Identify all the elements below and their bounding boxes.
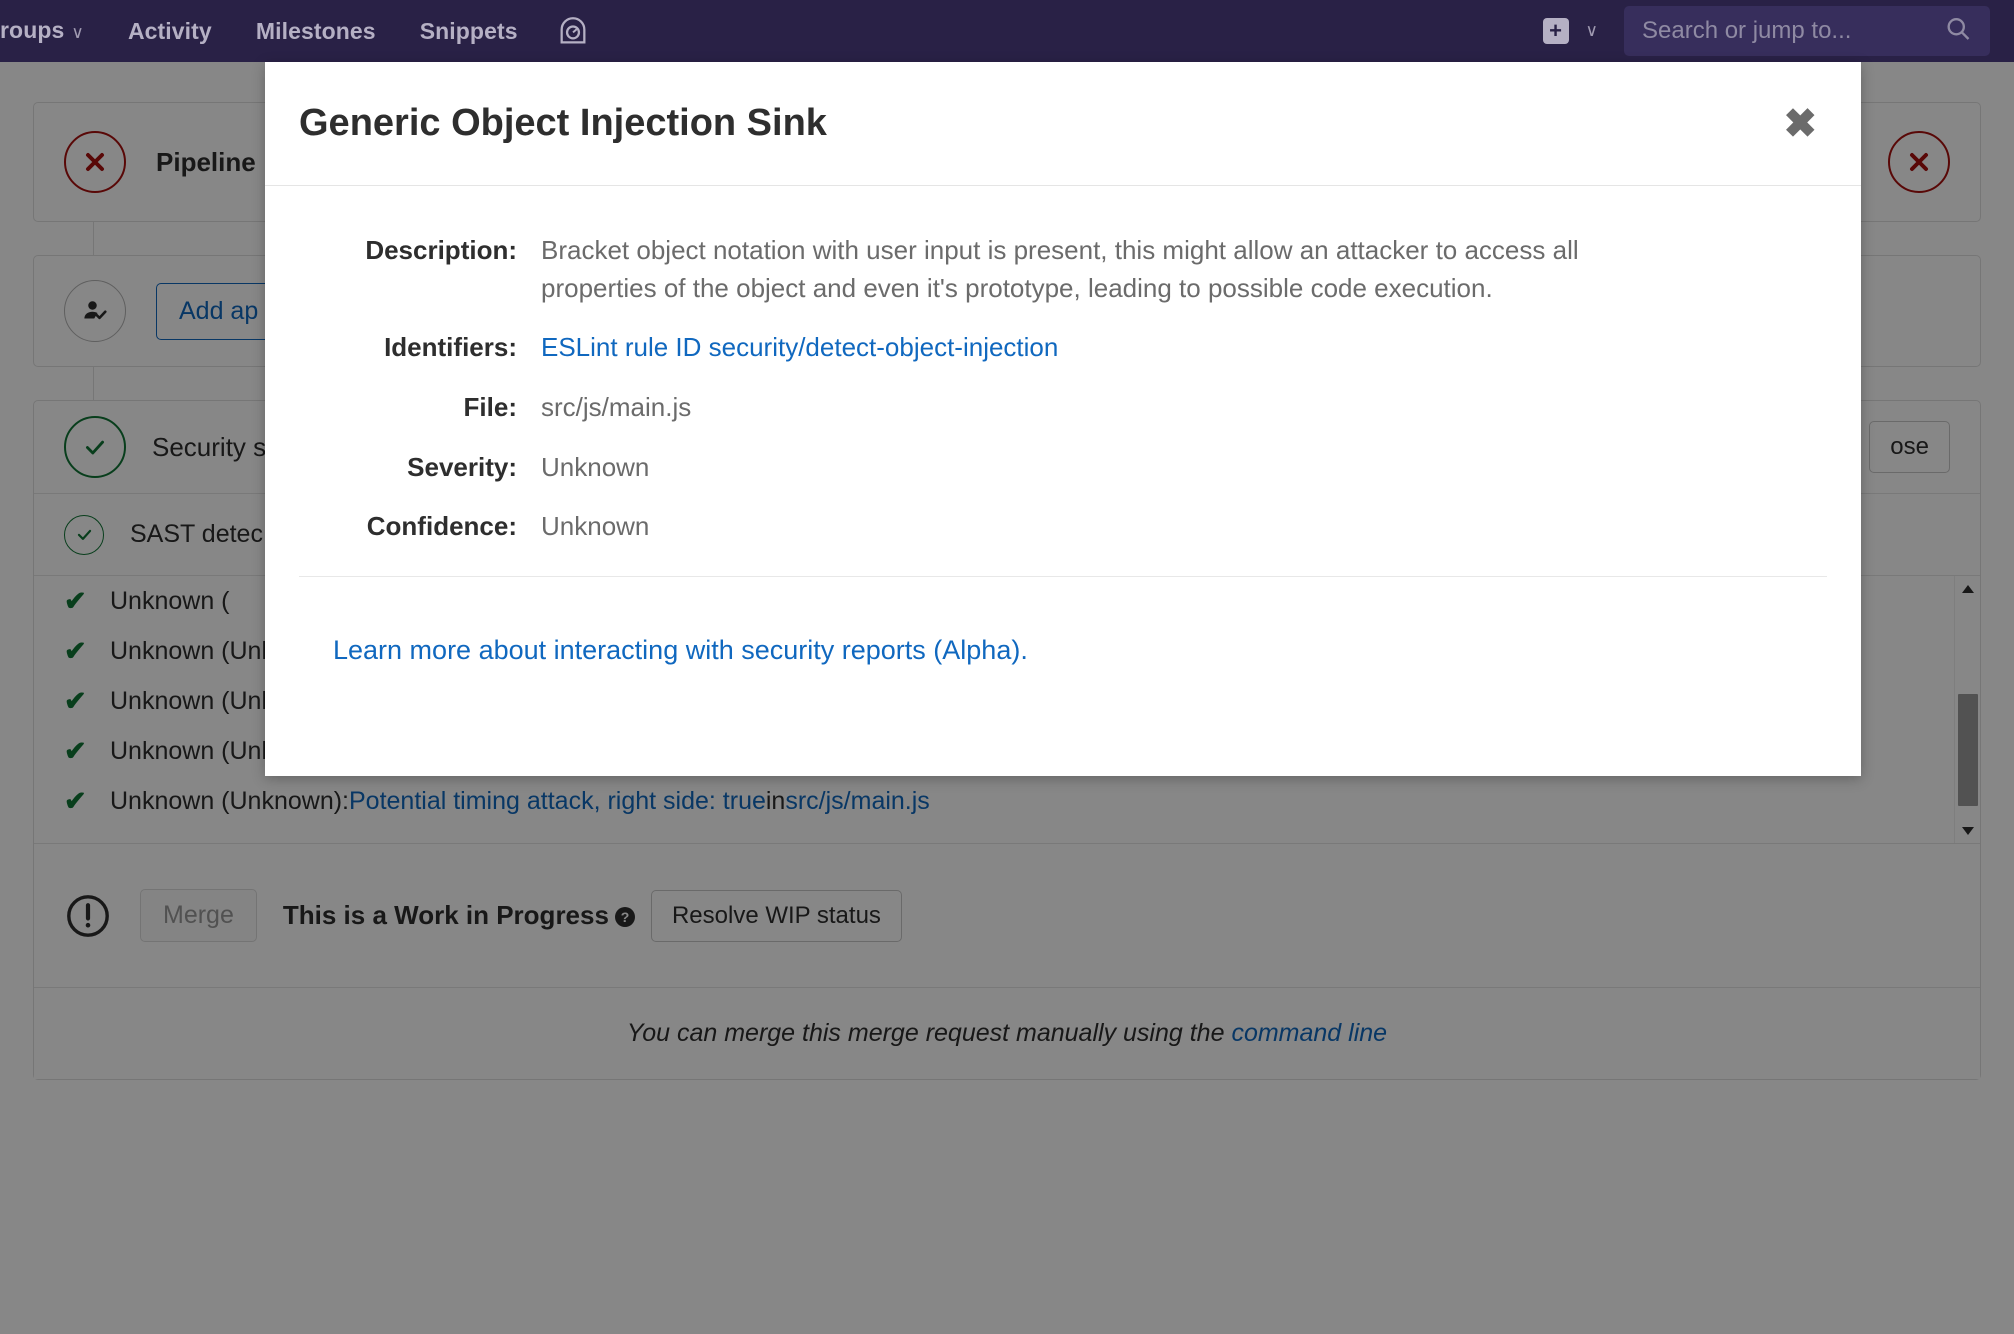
modal-field-label: File: (463, 392, 517, 423)
modal-field-label: Severity: (407, 451, 517, 482)
modal-footer: Learn more about interacting with securi… (299, 577, 1827, 666)
modal-field-row: File: src/js/main.js (299, 389, 1827, 427)
search-placeholder: Search or jump to... (1642, 17, 1852, 44)
chevron-down-icon: ∨ (1585, 21, 1598, 40)
modal-field-value: Unknown (541, 511, 650, 542)
modal-field-row: Identifiers: ESLint rule ID security/dete… (299, 329, 1827, 367)
search-input[interactable]: Search or jump to... (1624, 6, 1990, 56)
new-item-dropdown[interactable]: + ∨ (1542, 18, 1598, 44)
modal-field-row: Severity: Unknown (299, 449, 1827, 487)
nav-item-activity[interactable]: Activity (106, 0, 234, 62)
modal-field-row: Description: Bracket object notation with… (299, 232, 1827, 307)
learn-more-link[interactable]: Learn more about interacting with securi… (333, 635, 1028, 665)
search-icon (1944, 15, 1972, 48)
modal-title: Generic Object Injection Sink (299, 102, 827, 144)
nav-item-label: roups (0, 16, 65, 43)
modal-field-row: Confidence: Unknown (299, 508, 1827, 546)
screen: roups ∨ Activity Milestones Snippets + ∨ (0, 0, 2014, 1334)
chevron-down-icon: ∨ (71, 22, 84, 42)
top-navbar: roups ∨ Activity Milestones Snippets + ∨ (0, 0, 2014, 62)
modal-field-label: Description: (365, 235, 517, 265)
plus-icon: + (1542, 18, 1569, 44)
nav-item-milestones[interactable]: Milestones (234, 0, 398, 62)
modal-field-value: Bracket object notation with user input … (541, 235, 1579, 303)
nav-item-groups[interactable]: roups ∨ (0, 0, 106, 64)
modal-field-label: Confidence: (366, 511, 517, 542)
close-icon[interactable]: ✖ (1773, 100, 1827, 148)
modal-field-value: src/js/main.js (541, 392, 692, 423)
modal-header: Generic Object Injection Sink ✖ (265, 62, 1861, 186)
navbar-left-items: roups ∨ Activity Milestones Snippets (0, 0, 590, 62)
dashboard-icon[interactable] (556, 14, 590, 48)
modal-field-value: Unknown (541, 451, 650, 482)
modal-fields: Description: Bracket object notation with… (299, 232, 1827, 546)
vulnerability-detail-modal: Generic Object Injection Sink ✖ Descript… (265, 62, 1861, 776)
modal-field-label: Identifiers: (384, 332, 517, 363)
navbar-right-items: + ∨ Search or jump to... (1542, 0, 2014, 62)
nav-item-snippets[interactable]: Snippets (398, 0, 540, 62)
modal-body: Description: Bracket object notation with… (265, 186, 1861, 776)
modal-field-link[interactable]: ESLint rule ID security/detect-object-in… (541, 329, 1058, 367)
